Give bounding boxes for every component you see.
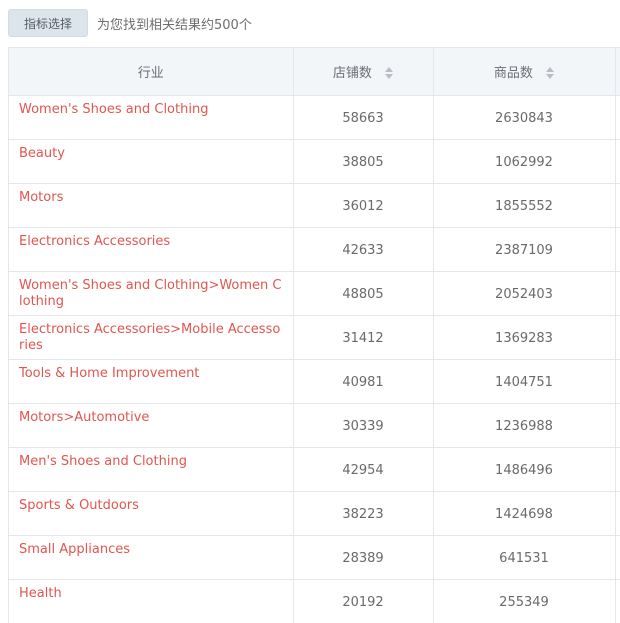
table-row: Sports & Outdoors 38223 1424698: [9, 491, 620, 536]
industry-table-container: 行业 店铺数 商品数 Women's Shoes and Clothing 586…: [8, 47, 620, 623]
products-cell: 2387109: [433, 227, 616, 272]
industry-link[interactable]: Small Appliances: [19, 542, 283, 558]
table-row: Tools & Home Improvement 40981 1404751: [9, 359, 620, 404]
industry-table: 行业 店铺数 商品数 Women's Shoes and Clothing 586…: [9, 48, 620, 623]
industry-link[interactable]: Health: [19, 586, 283, 602]
table-header-row: 行业 店铺数 商品数: [9, 48, 620, 96]
extra-cell: [615, 139, 620, 184]
table-row: Motors 36012 1855552: [9, 183, 620, 228]
industry-cell: Women's Shoes and Clothing: [9, 95, 294, 140]
table-row: Men's Shoes and Clothing 42954 1486496: [9, 447, 620, 492]
extra-cell: [615, 315, 620, 360]
shops-cell: 28389: [293, 535, 434, 580]
extra-cell: [615, 359, 620, 404]
table-body: Women's Shoes and Clothing 58663 2630843 Be…: [9, 95, 620, 623]
shops-cell: 58663: [293, 95, 434, 140]
industry-link[interactable]: Electronics Accessories>Mobile Accessori…: [19, 322, 283, 354]
industry-cell: Women's Shoes and Clothing>Women Clothin…: [9, 271, 294, 316]
column-header-shops[interactable]: 店铺数: [293, 48, 434, 96]
industry-link[interactable]: Tools & Home Improvement: [19, 366, 283, 382]
column-header-label: 商品数: [493, 65, 533, 81]
products-cell: 1236988: [433, 403, 616, 448]
industry-link[interactable]: Motors: [19, 190, 283, 206]
industry-cell: Electronics Accessories: [9, 227, 294, 272]
products-cell: 1062992: [433, 139, 616, 184]
industry-link[interactable]: Motors>Automotive: [19, 410, 283, 426]
shops-cell: 48805: [293, 271, 434, 316]
industry-cell: Men's Shoes and Clothing: [9, 447, 294, 492]
table-row: Women's Shoes and Clothing 58663 2630843: [9, 95, 620, 140]
extra-cell: [615, 579, 620, 623]
products-cell: 2630843: [433, 95, 616, 140]
shops-cell: 36012: [293, 183, 434, 228]
column-header-industry: 行业: [9, 48, 294, 96]
shops-cell: 40981: [293, 359, 434, 404]
shops-cell: 30339: [293, 403, 434, 448]
extra-cell: [615, 183, 620, 228]
table-row: Women's Shoes and Clothing>Women Clothin…: [9, 271, 620, 316]
products-cell: 1855552: [433, 183, 616, 228]
sort-arrows-icon[interactable]: [546, 67, 555, 80]
shops-cell: 38223: [293, 491, 434, 536]
column-header-extra: [615, 48, 620, 96]
extra-cell: [615, 271, 620, 316]
industry-link[interactable]: Men's Shoes and Clothing: [19, 454, 283, 470]
table-row: Beauty 38805 1062992: [9, 139, 620, 184]
products-cell: 1424698: [433, 491, 616, 536]
industry-cell: Electronics Accessories>Mobile Accessori…: [9, 315, 294, 360]
table-row: Electronics Accessories>Mobile Accessori…: [9, 315, 620, 360]
products-cell: 1486496: [433, 447, 616, 492]
industry-cell: Motors: [9, 183, 294, 228]
extra-cell: [615, 447, 620, 492]
extra-cell: [615, 403, 620, 448]
shops-cell: 38805: [293, 139, 434, 184]
column-header-label: 行业: [137, 65, 164, 81]
industry-cell: Motors>Automotive: [9, 403, 294, 448]
column-header-label: 店铺数: [332, 65, 372, 81]
metric-select-button[interactable]: 指标选择: [8, 9, 88, 37]
shops-cell: 42954: [293, 447, 434, 492]
products-cell: 2052403: [433, 271, 616, 316]
toolbar: 指标选择 为您找到相关结果约500个: [8, 9, 252, 37]
result-count-text: 为您找到相关结果约500个: [97, 17, 252, 33]
industry-link[interactable]: Women's Shoes and Clothing: [19, 102, 283, 118]
products-cell: 641531: [433, 535, 616, 580]
table-row: Motors>Automotive 30339 1236988: [9, 403, 620, 448]
industry-cell: Tools & Home Improvement: [9, 359, 294, 404]
industry-cell: Small Appliances: [9, 535, 294, 580]
table-row: Small Appliances 28389 641531: [9, 535, 620, 580]
industry-link[interactable]: Beauty: [19, 146, 283, 162]
industry-link[interactable]: Sports & Outdoors: [19, 498, 283, 514]
column-header-products[interactable]: 商品数: [433, 48, 616, 96]
products-cell: 1404751: [433, 359, 616, 404]
extra-cell: [615, 227, 620, 272]
table-row: Electronics Accessories 42633 2387109: [9, 227, 620, 272]
extra-cell: [615, 535, 620, 580]
industry-cell: Sports & Outdoors: [9, 491, 294, 536]
shops-cell: 42633: [293, 227, 434, 272]
products-cell: 255349: [433, 579, 616, 623]
sort-arrows-icon[interactable]: [385, 67, 394, 80]
extra-cell: [615, 95, 620, 140]
industry-link[interactable]: Electronics Accessories: [19, 234, 283, 250]
products-cell: 1369283: [433, 315, 616, 360]
table-row: Health 20192 255349: [9, 579, 620, 623]
extra-cell: [615, 491, 620, 536]
shops-cell: 20192: [293, 579, 434, 623]
industry-cell: Beauty: [9, 139, 294, 184]
shops-cell: 31412: [293, 315, 434, 360]
industry-link[interactable]: Women's Shoes and Clothing>Women Clothin…: [19, 278, 283, 310]
industry-cell: Health: [9, 579, 294, 623]
